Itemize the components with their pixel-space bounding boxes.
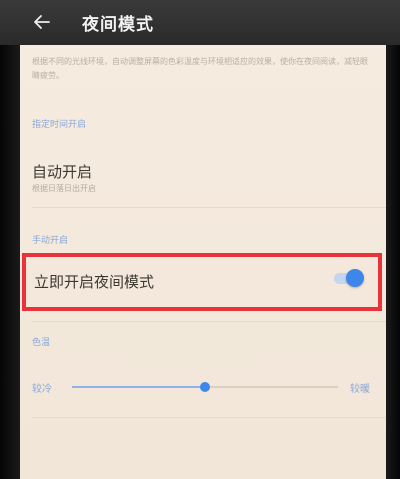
section-header-color-temp: 色温: [32, 338, 51, 348]
night-mode-toggle[interactable]: [334, 269, 364, 287]
page-title: 夜间模式: [82, 15, 154, 35]
toggle-thumb: [346, 269, 364, 287]
divider: [32, 321, 386, 322]
back-button[interactable]: [28, 8, 56, 36]
auto-enable-subtitle: 根据日落日出开启: [32, 184, 96, 193]
enable-now-row[interactable]: 立即开启夜间模式: [22, 253, 382, 311]
auto-enable-title: 自动开启: [32, 163, 93, 181]
settings-content: 根据不同的光线环境，自动调整屏幕的色彩温度与环境相适应的效果，使你在夜间阅读，减…: [20, 45, 386, 479]
phone-screen: 夜间模式 根据不同的光线环境，自动调整屏幕的色彩温度与环境相适应的效果，使你在夜…: [0, 0, 400, 479]
section-header-manual: 手动开启: [32, 236, 69, 246]
auto-enable-row[interactable]: 自动开启 根据日落日出开启: [20, 145, 386, 205]
slider-max-label: 较暖: [350, 384, 370, 395]
color-temperature-slider[interactable]: [72, 382, 338, 392]
section-header-schedule: 指定时间开启: [32, 120, 87, 130]
divider: [32, 417, 386, 418]
left-bezel: [0, 45, 20, 479]
slider-fill: [72, 386, 205, 388]
top-app-bar: 夜间模式: [0, 0, 400, 45]
divider: [32, 207, 386, 208]
night-mode-description: 根据不同的光线环境，自动调整屏幕的色彩温度与环境相适应的效果，使你在夜间阅读，减…: [32, 57, 368, 80]
slider-min-label: 较冷: [32, 384, 52, 395]
right-bezel: [386, 45, 400, 479]
slider-thumb[interactable]: [200, 382, 210, 392]
enable-now-title: 立即开启夜间模式: [34, 273, 155, 291]
arrow-left-icon: [34, 15, 50, 29]
